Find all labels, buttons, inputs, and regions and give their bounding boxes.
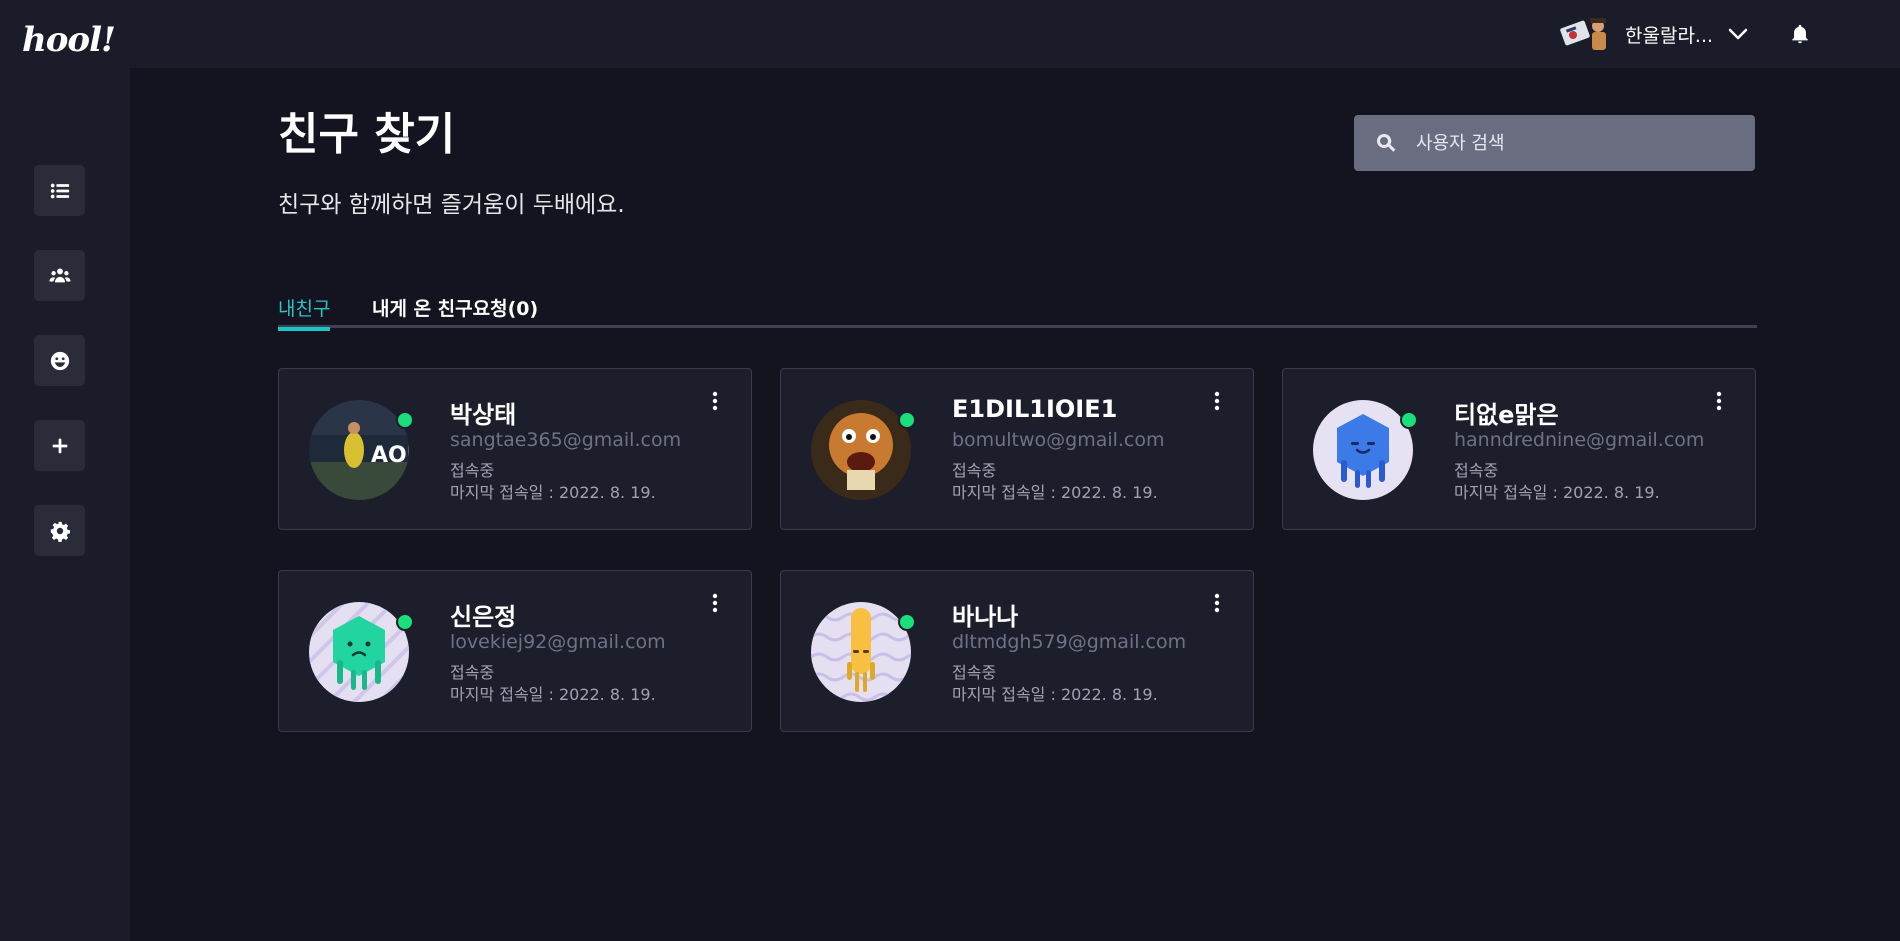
page-title: 친구 찾기 bbox=[278, 109, 456, 160]
friend-avatar bbox=[811, 602, 911, 702]
friend-card[interactable]: E1DIL1IOIE1 bomultwo@gmail.com 접속중 마지막 접… bbox=[780, 368, 1254, 530]
online-indicator bbox=[1400, 411, 1418, 429]
friend-avatar bbox=[309, 602, 409, 702]
online-indicator bbox=[396, 411, 414, 429]
more-options-icon[interactable] bbox=[705, 389, 725, 413]
more-options-icon[interactable] bbox=[1709, 389, 1729, 413]
friend-card[interactable]: 티없e맑은 hanndrednine@gmail.com 접속중 마지막 접속일… bbox=[1282, 368, 1756, 530]
friends-icon bbox=[48, 267, 71, 282]
bell-icon[interactable] bbox=[1789, 22, 1811, 46]
friend-last-login: 마지막 접속일 : 2022. 8. 19. bbox=[450, 483, 656, 502]
friend-last-login: 마지막 접속일 : 2022. 8. 19. bbox=[1454, 483, 1660, 502]
friend-email: sangtae365@gmail.com bbox=[450, 429, 682, 451]
friend-status: 접속중 bbox=[952, 461, 997, 480]
friend-last-login: 마지막 접속일 : 2022. 8. 19. bbox=[952, 483, 1158, 502]
friend-card[interactable]: 바나나 dltmdgh579@gmail.com 접속중 마지막 접속일 : 2… bbox=[780, 570, 1254, 732]
friend-last-login: 마지막 접속일 : 2022. 8. 19. bbox=[450, 685, 656, 704]
gear-icon bbox=[50, 521, 70, 542]
friend-card[interactable]: AOI 박상태 sangtae365@gmail.com 접속중 마지막 접속일… bbox=[278, 368, 752, 530]
app-logo[interactable]: hool! bbox=[22, 20, 116, 60]
search-input[interactable] bbox=[1416, 123, 1736, 163]
friend-name: 박상태 bbox=[450, 401, 517, 429]
online-indicator bbox=[898, 613, 916, 631]
page-subtitle: 친구와 함께하면 즐거움이 두배에요. bbox=[278, 192, 625, 218]
friend-email: lovekiej92@gmail.com bbox=[450, 631, 666, 653]
friend-status: 접속중 bbox=[952, 663, 997, 682]
plus-icon bbox=[52, 438, 67, 453]
more-options-icon[interactable] bbox=[1207, 389, 1227, 413]
friend-status: 접속중 bbox=[450, 461, 495, 480]
sidebar-item-list[interactable] bbox=[34, 165, 85, 216]
sidebar-item-add[interactable] bbox=[34, 420, 85, 471]
online-indicator bbox=[396, 613, 414, 631]
app-root: hool! 한울랄라... 친구 찾기 친구와 함께하면 즐거움이 두배에요. … bbox=[0, 0, 1900, 941]
user-name[interactable]: 한울랄라... bbox=[1625, 21, 1713, 48]
tab-friend-requests[interactable]: 내게 온 친구요청(0) bbox=[372, 294, 538, 327]
friend-last-login: 마지막 접속일 : 2022. 8. 19. bbox=[952, 685, 1158, 704]
user-search-box bbox=[1354, 115, 1755, 171]
svg-text:AOI: AOI bbox=[371, 443, 409, 468]
sidebar-item-friends[interactable] bbox=[34, 250, 85, 301]
more-options-icon[interactable] bbox=[1207, 591, 1227, 615]
friend-name: 신은정 bbox=[450, 603, 517, 631]
friend-tabs: 내친구 내게 온 친구요청(0) bbox=[278, 290, 1757, 331]
user-avatar[interactable] bbox=[1560, 14, 1614, 54]
search-icon bbox=[1377, 133, 1396, 152]
friend-email: hanndrednine@gmail.com bbox=[1454, 429, 1705, 451]
friend-card[interactable]: 신은정 lovekiej92@gmail.com 접속중 마지막 접속일 : 2… bbox=[278, 570, 752, 732]
friend-name: E1DIL1IOIE1 bbox=[952, 395, 1118, 423]
friend-email: bomultwo@gmail.com bbox=[952, 429, 1165, 451]
friend-avatar: AOI bbox=[309, 400, 409, 500]
smiley-icon bbox=[50, 351, 69, 370]
chevron-down-icon[interactable] bbox=[1726, 22, 1750, 46]
friend-avatar bbox=[811, 400, 911, 500]
more-options-icon[interactable] bbox=[705, 591, 725, 615]
friend-email: dltmdgh579@gmail.com bbox=[952, 631, 1187, 653]
tab-my-friends[interactable]: 내친구 bbox=[278, 294, 331, 331]
friend-name: 바나나 bbox=[952, 603, 1019, 631]
online-indicator bbox=[898, 411, 916, 429]
friend-avatar bbox=[1313, 400, 1413, 500]
friend-status: 접속중 bbox=[1454, 461, 1499, 480]
list-icon bbox=[50, 183, 69, 198]
sidebar-item-emoji[interactable] bbox=[34, 335, 85, 386]
sidebar: hool! bbox=[0, 0, 130, 941]
sidebar-item-settings[interactable] bbox=[34, 505, 85, 556]
friend-name: 티없e맑은 bbox=[1454, 401, 1559, 429]
friend-status: 접속중 bbox=[450, 663, 495, 682]
